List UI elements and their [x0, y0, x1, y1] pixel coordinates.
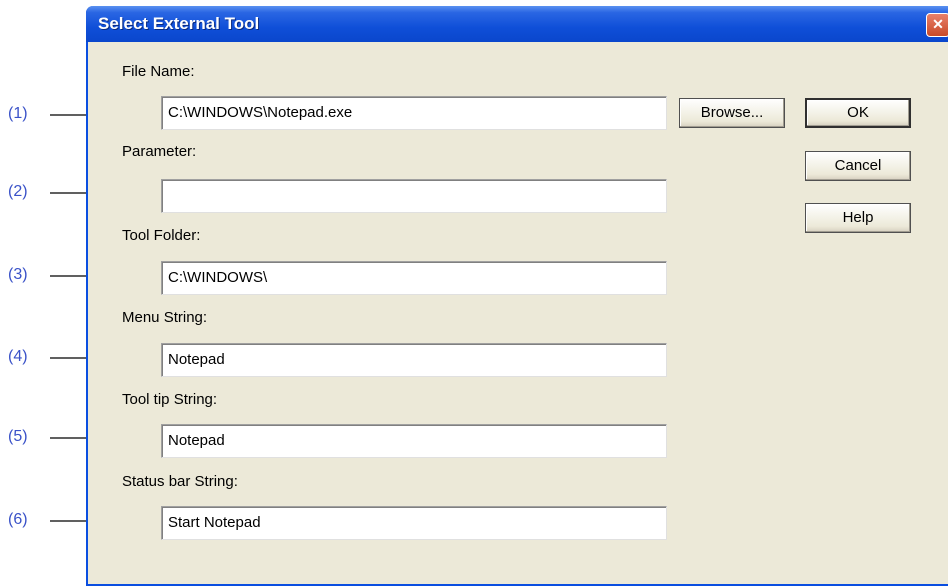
- tooltip-string-input[interactable]: Notepad: [161, 424, 667, 458]
- title-bar[interactable]: Select External Tool ✕: [86, 6, 948, 42]
- ok-button[interactable]: OK: [805, 98, 911, 128]
- status-bar-string-input[interactable]: Start Notepad: [161, 506, 667, 540]
- dialog-title: Select External Tool: [98, 14, 260, 33]
- callout-label: (2): [8, 183, 28, 200]
- cancel-button[interactable]: Cancel: [805, 151, 911, 181]
- help-button[interactable]: Help: [805, 203, 911, 233]
- status-bar-string-label: Status bar String:: [122, 473, 238, 490]
- callout-label: (3): [8, 266, 28, 283]
- tool-folder-label: Tool Folder:: [122, 227, 201, 244]
- callout-label: (1): [8, 105, 28, 122]
- close-icon[interactable]: ✕: [926, 13, 948, 37]
- browse-button[interactable]: Browse...: [679, 98, 785, 128]
- tool-folder-input[interactable]: C:\WINDOWS\: [161, 261, 667, 295]
- select-external-tool-dialog: Select External Tool ✕ File Name: C:\WIN…: [86, 6, 948, 586]
- tooltip-string-label: Tool tip String:: [122, 391, 218, 408]
- callout-label: (5): [8, 428, 28, 445]
- file-name-input[interactable]: C:\WINDOWS\Notepad.exe: [161, 96, 667, 130]
- menu-string-input[interactable]: Notepad: [161, 343, 667, 377]
- menu-string-label: Menu String:: [122, 309, 208, 326]
- parameter-label: Parameter:: [122, 143, 197, 160]
- file-name-label: File Name:: [122, 63, 195, 80]
- parameter-input[interactable]: [161, 179, 667, 213]
- callout-label: (6): [8, 511, 28, 528]
- callout-label: (4): [8, 348, 28, 365]
